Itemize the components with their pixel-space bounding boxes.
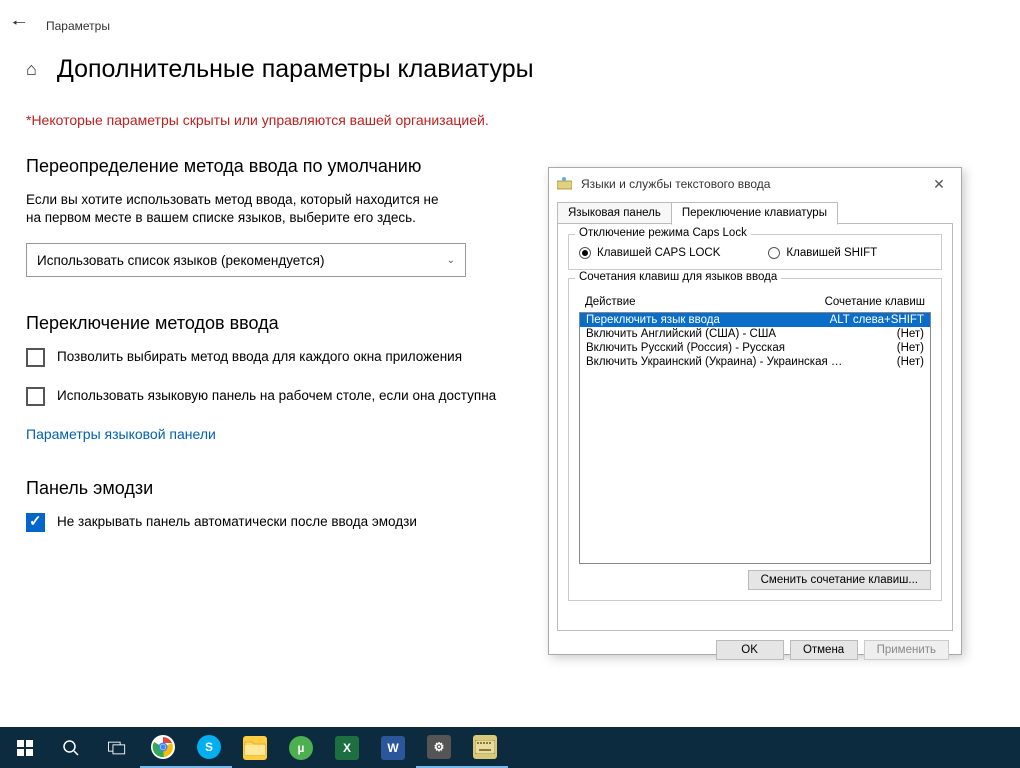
checkbox-label: Не закрывать панель автоматически после … xyxy=(57,513,417,531)
taskbar-explorer[interactable] xyxy=(232,727,278,768)
word-icon: W xyxy=(381,736,405,760)
hotkey-action: Включить Украинский (Украина) - Украинск… xyxy=(586,356,846,368)
gear-icon: ⚙ xyxy=(427,735,451,759)
hotkey-combo: ALT слева+SHIFT xyxy=(830,314,924,326)
tab-language-bar[interactable]: Языковая панель xyxy=(557,202,672,224)
start-button[interactable] xyxy=(2,727,48,768)
dialog-title: Языки и службы текстового ввода xyxy=(581,177,917,191)
checkbox-label: Позволить выбирать метод ввода для каждо… xyxy=(57,348,462,366)
ok-button[interactable]: OK xyxy=(716,640,784,660)
hotkey-action: Включить Русский (Россия) - Русская xyxy=(586,342,785,354)
tab-keyboard-switch[interactable]: Переключение клавиатуры xyxy=(671,202,838,225)
checkbox-icon[interactable] xyxy=(26,513,45,532)
taskbar-utorrent[interactable]: µ xyxy=(278,727,324,768)
chevron-down-icon: ⌄ xyxy=(447,255,455,266)
section-override-desc: Если вы хотите использовать метод ввода,… xyxy=(26,191,456,227)
utorrent-icon: µ xyxy=(289,736,313,760)
hotkey-action: Включить Английский (США) - США xyxy=(586,328,776,340)
settings-header: 🠐 Параметры xyxy=(0,0,1020,47)
radio-label: Клавишей SHIFT xyxy=(786,247,877,259)
dropdown-value: Использовать список языков (рекомендуетс… xyxy=(37,253,324,268)
taskbar-osk[interactable] xyxy=(462,727,508,768)
hotkeys-legend: Сочетания клавиш для языков ввода xyxy=(575,271,781,283)
radio-icon xyxy=(768,247,780,259)
taskbar-word[interactable]: W xyxy=(370,727,416,768)
radio-shift[interactable]: Клавишей SHIFT xyxy=(768,247,877,259)
radio-icon xyxy=(579,247,591,259)
capslock-radio-group: Клавишей CAPS LOCK Клавишей SHIFT xyxy=(579,247,931,259)
skype-icon: S xyxy=(197,735,221,759)
checkbox-emoji-autoclose[interactable]: Не закрывать панель автоматически после … xyxy=(26,513,506,532)
dialog-titlebar[interactable]: Языки и службы текстового ввода ✕ xyxy=(549,168,961,200)
dialog-app-icon xyxy=(557,176,573,192)
hotkey-row[interactable]: Переключить язык ввода ALT слева+SHIFT xyxy=(580,313,930,327)
taskbar-excel[interactable]: X xyxy=(324,727,370,768)
chrome-icon xyxy=(151,735,175,759)
cancel-button[interactable]: Отмена xyxy=(790,640,858,660)
heading-row: ⌂ Дополнительные параметры клавиатуры xyxy=(26,55,994,84)
hotkey-combo: (Нет) xyxy=(897,328,924,340)
task-view-icon[interactable] xyxy=(94,727,140,768)
search-icon[interactable] xyxy=(48,727,94,768)
radio-capslock[interactable]: Клавишей CAPS LOCK xyxy=(579,247,720,259)
folder-icon xyxy=(243,736,267,760)
checkbox-lang-bar-desktop[interactable]: Использовать языковую панель на рабочем … xyxy=(26,387,506,406)
change-hotkey-button[interactable]: Сменить сочетание клавиш... xyxy=(748,570,931,590)
dialog-tabs: Языковая панель Переключение клавиатуры xyxy=(549,202,961,224)
capslock-fieldset: Отключение режима Caps Lock Клавишей CAP… xyxy=(568,234,942,270)
taskbar-chrome[interactable] xyxy=(140,727,186,768)
keyboard-icon xyxy=(473,735,497,759)
page-heading: Дополнительные параметры клавиатуры xyxy=(57,55,534,84)
dialog-content: Отключение режима Caps Lock Клавишей CAP… xyxy=(557,223,953,631)
dialog-buttons: OK Отмена Применить xyxy=(549,640,961,672)
taskbar[interactable]: S µ X W ⚙ xyxy=(0,727,1020,768)
apply-button: Применить xyxy=(864,640,949,660)
hotkey-row[interactable]: Включить Украинский (Украина) - Украинск… xyxy=(580,355,930,369)
col-action: Действие xyxy=(585,296,636,308)
hotkeys-list[interactable]: Переключить язык вводаALT слева+SHIFTВкл… xyxy=(579,312,931,564)
col-combo: Сочетание клавиш xyxy=(825,296,925,308)
default-input-dropdown[interactable]: Использовать список языков (рекомендуетс… xyxy=(26,243,466,277)
text-services-dialog: Языки и службы текстового ввода ✕ Языков… xyxy=(548,167,962,655)
hotkey-combo: (Нет) xyxy=(897,356,924,368)
capslock-legend: Отключение режима Caps Lock xyxy=(575,227,751,239)
taskbar-settings[interactable]: ⚙ xyxy=(416,727,462,768)
taskbar-skype[interactable]: S xyxy=(186,727,232,768)
checkbox-icon[interactable] xyxy=(26,387,45,406)
radio-label: Клавишей CAPS LOCK xyxy=(597,247,720,259)
home-icon[interactable]: ⌂ xyxy=(26,59,37,80)
window-title: Параметры xyxy=(46,19,110,33)
hotkey-row[interactable]: Включить Английский (США) - США (Нет) xyxy=(580,327,930,341)
excel-icon: X xyxy=(335,736,359,760)
checkbox-label: Использовать языковую панель на рабочем … xyxy=(57,387,496,405)
checkbox-per-window[interactable]: Позволить выбирать метод ввода для каждо… xyxy=(26,348,506,367)
close-icon[interactable]: ✕ xyxy=(925,174,953,194)
policy-warning: *Некоторые параметры скрыты или управляю… xyxy=(26,112,994,128)
hotkeys-headers: Действие Сочетание клавиш xyxy=(579,293,931,312)
hotkeys-fieldset: Сочетания клавиш для языков ввода Действ… xyxy=(568,278,942,601)
hotkey-row[interactable]: Включить Русский (Россия) - Русская (Нет) xyxy=(580,341,930,355)
checkbox-icon[interactable] xyxy=(26,348,45,367)
back-icon[interactable]: 🠐 xyxy=(12,12,26,39)
hotkey-combo: (Нет) xyxy=(897,342,924,354)
hotkey-action: Переключить язык ввода xyxy=(586,314,720,326)
